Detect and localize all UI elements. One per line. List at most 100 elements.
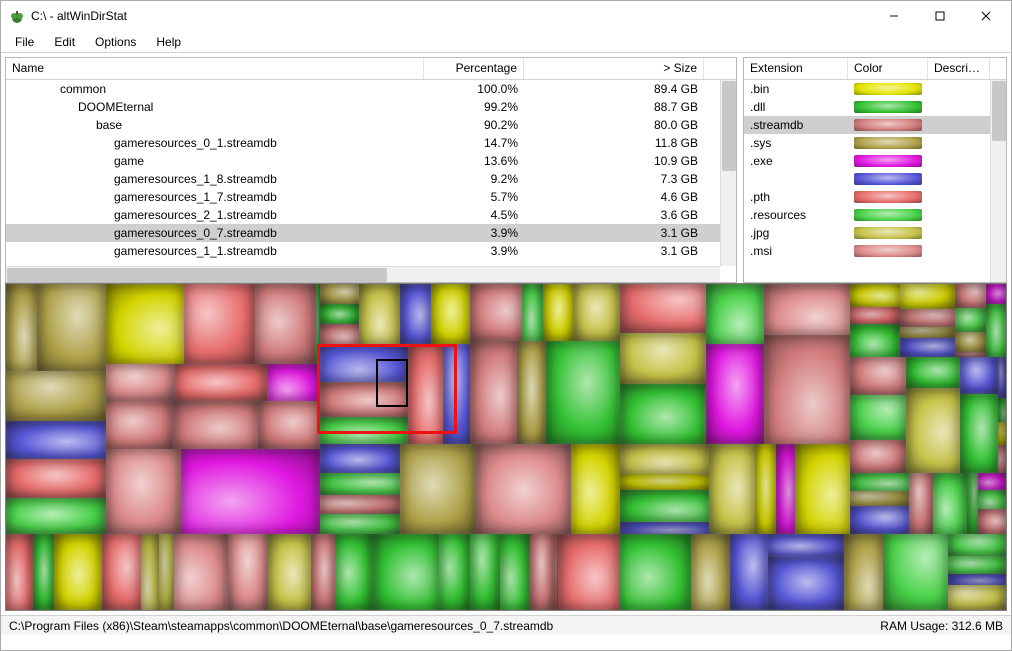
treemap-block[interactable] — [106, 449, 181, 534]
treemap-block[interactable] — [755, 444, 776, 534]
treemap-block[interactable] — [335, 534, 373, 610]
tree-row[interactable]: gameresources_0_7.streamdb3.9%3.1 GB — [6, 224, 736, 242]
treemap-block[interactable] — [470, 341, 517, 444]
treemap-block[interactable] — [764, 284, 850, 335]
treemap-block[interactable] — [948, 556, 1006, 574]
extension-row[interactable]: .exe — [744, 152, 1006, 170]
treemap-block[interactable] — [400, 284, 431, 344]
treemap-block[interactable] — [106, 401, 173, 449]
extension-row[interactable]: .dll — [744, 98, 1006, 116]
treemap-block[interactable] — [967, 473, 978, 534]
treemap-block[interactable] — [900, 338, 955, 357]
treemap-block[interactable] — [175, 364, 267, 401]
treemap-block[interactable] — [320, 324, 359, 344]
menu-help[interactable]: Help — [146, 33, 191, 51]
treemap-block[interactable] — [986, 304, 1006, 357]
scrollbar-thumb[interactable] — [992, 81, 1006, 141]
treemap-block[interactable] — [320, 514, 400, 534]
treemap-block[interactable] — [470, 534, 500, 610]
treemap-block[interactable] — [795, 444, 850, 534]
treemap-block[interactable] — [530, 534, 554, 610]
treemap-block[interactable] — [470, 284, 522, 341]
close-button[interactable] — [963, 1, 1009, 31]
treemap-block[interactable] — [255, 284, 316, 364]
menu-file[interactable]: File — [5, 33, 44, 51]
treemap-block[interactable] — [174, 534, 228, 610]
maximize-button[interactable] — [917, 1, 963, 31]
treemap-block[interactable] — [998, 445, 1006, 473]
treemap-block[interactable] — [883, 534, 948, 610]
treemap-block[interactable] — [768, 534, 844, 557]
treemap-block[interactable] — [431, 284, 470, 344]
col-name[interactable]: Name — [6, 58, 424, 79]
treemap-block[interactable] — [373, 534, 439, 610]
treemap-block[interactable] — [6, 498, 106, 534]
minimize-button[interactable] — [871, 1, 917, 31]
treemap-block[interactable] — [554, 534, 558, 610]
treemap-block[interactable] — [359, 284, 400, 344]
treemap-block[interactable] — [6, 459, 106, 498]
treemap-block[interactable] — [522, 284, 543, 341]
scrollbar-vertical[interactable] — [990, 80, 1006, 282]
treemap-block[interactable] — [850, 307, 900, 324]
treemap-block[interactable] — [998, 398, 1006, 422]
scrollbar-horizontal[interactable] — [6, 266, 720, 282]
treemap-block[interactable] — [54, 534, 102, 610]
treemap-block[interactable] — [768, 557, 844, 610]
col-size[interactable]: > Size — [524, 58, 704, 79]
treemap-block[interactable] — [546, 341, 620, 444]
extension-row[interactable]: .sys — [744, 134, 1006, 152]
treemap-block[interactable] — [106, 364, 175, 401]
treemap-block[interactable] — [320, 495, 400, 514]
treemap-block[interactable] — [933, 473, 967, 534]
treemap-block[interactable] — [978, 473, 1006, 490]
treemap-block[interactable] — [776, 444, 795, 534]
directory-list-body[interactable]: common100.0%89.4 GBDOOMEternal99.2%88.7 … — [6, 80, 736, 282]
treemap-block[interactable] — [850, 440, 906, 473]
treemap-block[interactable] — [268, 534, 311, 610]
treemap-block[interactable] — [998, 422, 1006, 445]
scrollbar-vertical[interactable] — [720, 80, 736, 266]
tree-row[interactable]: DOOMEternal99.2%88.7 GB — [6, 98, 736, 116]
treemap-block[interactable] — [574, 284, 620, 341]
treemap-block[interactable] — [37, 284, 106, 371]
extension-row[interactable]: .msi — [744, 242, 1006, 260]
treemap-block[interactable] — [900, 309, 955, 327]
treemap-block[interactable] — [159, 534, 174, 610]
treemap-block[interactable] — [906, 357, 960, 388]
treemap-block[interactable] — [439, 534, 470, 610]
treemap-block[interactable] — [850, 357, 906, 395]
treemap-block[interactable] — [955, 352, 986, 357]
treemap-block[interactable] — [558, 534, 619, 610]
col-color[interactable]: Color — [848, 58, 928, 79]
treemap-block[interactable] — [955, 284, 986, 308]
treemap-block[interactable] — [320, 284, 359, 304]
extension-row[interactable]: .pth — [744, 188, 1006, 206]
treemap-block[interactable] — [6, 534, 33, 610]
treemap-block[interactable] — [6, 284, 37, 371]
treemap-block[interactable] — [978, 490, 1006, 509]
treemap-block[interactable] — [620, 522, 709, 534]
treemap-block[interactable] — [960, 357, 998, 394]
treemap-block[interactable] — [850, 506, 909, 534]
treemap-block[interactable] — [6, 371, 106, 421]
col-extension[interactable]: Extension — [744, 58, 848, 79]
treemap-block[interactable] — [620, 284, 706, 333]
extension-row[interactable] — [744, 170, 1006, 188]
col-percentage[interactable]: Percentage — [424, 58, 524, 79]
tree-row[interactable]: gameresources_0_1.streamdb14.7%11.8 GB — [6, 134, 736, 152]
treemap-block[interactable] — [181, 449, 320, 534]
treemap-block[interactable] — [173, 401, 258, 449]
treemap-block[interactable] — [184, 284, 255, 364]
treemap-block[interactable] — [320, 473, 400, 495]
titlebar[interactable]: C:\ - altWinDirStat — [1, 1, 1011, 31]
treemap-block[interactable] — [620, 490, 709, 522]
treemap-block[interactable] — [960, 394, 998, 473]
treemap-block[interactable] — [948, 574, 1006, 585]
treemap-block[interactable] — [948, 585, 1006, 610]
treemap-block[interactable] — [141, 534, 159, 610]
treemap-block[interactable] — [850, 473, 909, 491]
treemap-block[interactable] — [620, 333, 706, 384]
treemap-block[interactable] — [311, 534, 335, 610]
treemap-block[interactable] — [476, 444, 571, 534]
